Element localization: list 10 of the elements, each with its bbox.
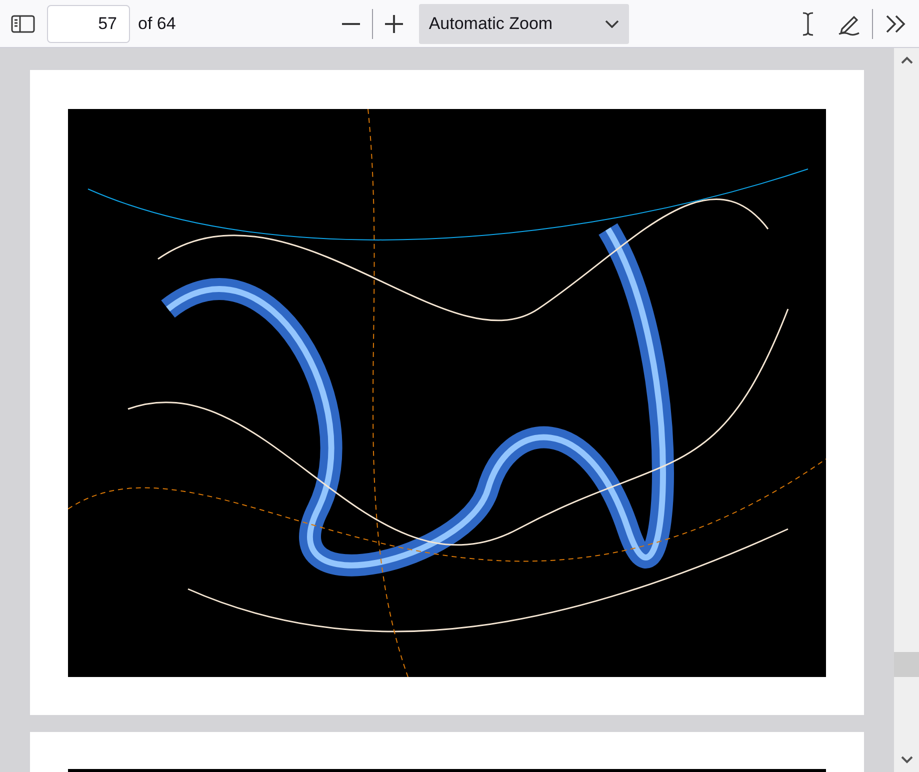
scroll-down-icon[interactable] [900, 756, 912, 764]
plus-icon [384, 14, 403, 32]
zoom-select[interactable]: Automatic Zoom [418, 4, 629, 44]
chevron-down-icon [604, 20, 619, 28]
page-number-field[interactable]: 57 [47, 4, 130, 42]
scrollbar[interactable] [894, 48, 919, 772]
minus-icon [342, 22, 360, 24]
page-count: of 64 [138, 12, 176, 35]
scroll-up-icon[interactable] [900, 56, 912, 64]
scrollbar-thumb[interactable] [894, 652, 919, 677]
